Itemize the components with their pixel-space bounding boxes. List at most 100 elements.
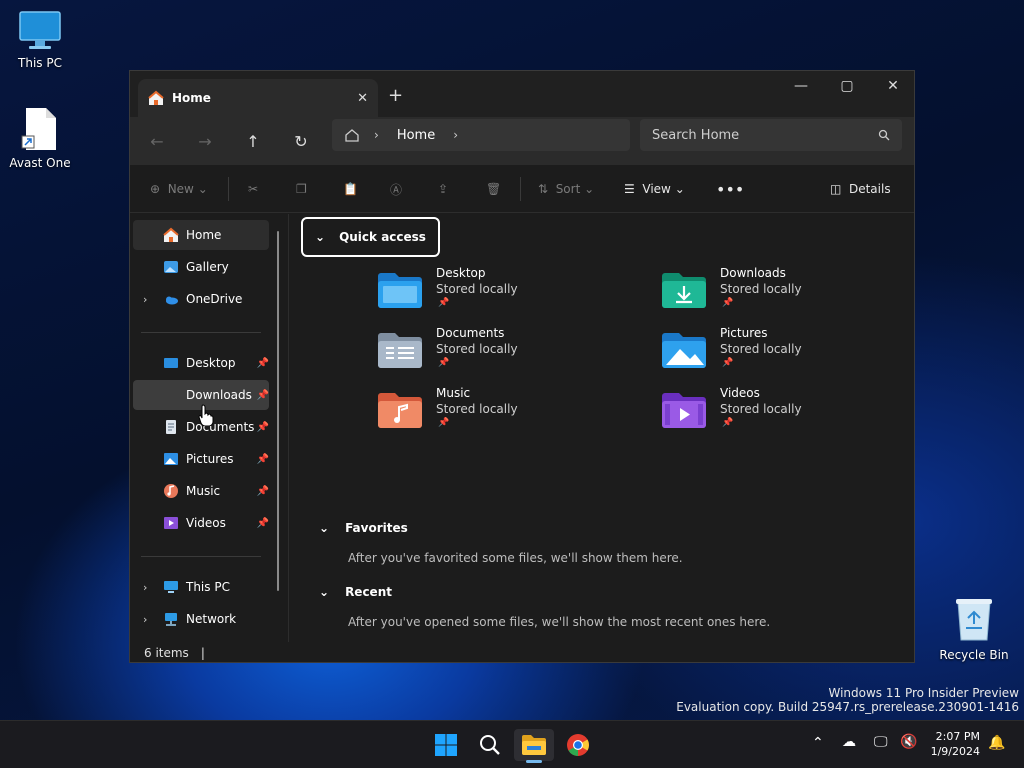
pin-icon[interactable]: 📌 <box>257 390 269 401</box>
details-button[interactable]: ◫ Details <box>830 179 891 199</box>
windows-logo-icon <box>435 734 457 756</box>
divider <box>228 177 229 201</box>
pin-icon[interactable]: 📌 <box>257 422 269 433</box>
chevron-right-icon[interactable]: › <box>453 128 458 142</box>
new-button[interactable]: ⊕ New ⌄ <box>150 179 208 199</box>
desktop-icon-avast-one[interactable]: Avast One <box>0 106 80 170</box>
quick-item-desktop[interactable]: Desktop Stored locally 📌 <box>378 266 608 322</box>
address-bar[interactable]: › Home › <box>332 119 630 151</box>
sidebar-item-music[interactable]: Music 📌 <box>133 476 269 506</box>
section-title: Quick access <box>339 230 426 244</box>
sidebar-item-label: Gallery <box>186 260 229 274</box>
new-tab-button[interactable]: + <box>388 85 403 106</box>
chrome-taskbar-button[interactable] <box>558 729 598 761</box>
rename-icon[interactable]: Ⓐ <box>390 179 402 199</box>
system-clock[interactable]: 2:07 PM 1/9/2024 <box>931 729 980 759</box>
breadcrumb[interactable]: Home <box>397 128 435 143</box>
quick-item-music[interactable]: Music Stored locally 📌 <box>378 386 608 442</box>
sidebar-item-videos[interactable]: Videos 📌 <box>133 508 269 538</box>
start-button[interactable] <box>426 729 466 761</box>
quick-item-documents[interactable]: Documents Stored locally 📌 <box>378 326 608 382</box>
search-placeholder: Search Home <box>652 127 740 143</box>
file-explorer-window: Home ✕ + — ▢ ✕ ← → ↑ ↻ › Home › Search H… <box>129 70 915 663</box>
documents-folder-icon <box>378 333 422 368</box>
sidebar-item-pictures[interactable]: Pictures 📌 <box>133 444 269 474</box>
new-label: New <box>167 182 194 196</box>
item-location: Stored locally <box>436 282 518 296</box>
sidebar-item-gallery[interactable]: Gallery <box>133 252 269 282</box>
watermark-line: Windows 11 Pro Insider Preview <box>828 686 1019 700</box>
pin-icon[interactable]: 📌 <box>257 486 269 497</box>
onedrive-offline-icon[interactable]: ☁ <box>842 734 856 750</box>
more-options-icon[interactable]: ••• <box>716 179 744 199</box>
minimize-button[interactable]: — <box>778 71 824 101</box>
share-icon[interactable]: ⇪ <box>438 179 448 199</box>
navigation-scrollbar[interactable] <box>277 231 279 591</box>
item-location: Stored locally <box>720 402 802 416</box>
pin-icon[interactable]: 📌 <box>257 358 269 369</box>
back-button[interactable]: ← <box>142 127 172 155</box>
sidebar-item-label: Downloads <box>186 388 252 402</box>
chevron-right-icon[interactable]: › <box>143 613 147 626</box>
status-bar: 6 items | <box>130 642 914 662</box>
chevron-right-icon[interactable]: › <box>143 581 147 594</box>
sort-button[interactable]: ⇅ Sort ⌄ <box>538 179 594 199</box>
maximize-button[interactable]: ▢ <box>824 71 870 101</box>
search-button[interactable] <box>470 729 510 761</box>
recent-header[interactable]: ⌄ Recent <box>319 585 392 599</box>
desktop-icon-label: Avast One <box>9 156 71 170</box>
quick-access-header[interactable]: ⌄ Quick access <box>301 217 440 257</box>
item-location: Stored locally <box>720 342 802 356</box>
chevron-right-icon[interactable]: › <box>374 128 379 142</box>
chevron-right-icon[interactable]: › <box>143 293 147 306</box>
clock-time: 2:07 PM <box>935 730 980 743</box>
show-hidden-icons-button[interactable]: ⌃ <box>812 735 824 751</box>
forward-button[interactable]: → <box>190 127 220 155</box>
sidebar-item-label: Desktop <box>186 356 236 370</box>
taskbar: ⌃ ☁ 🖵 🔇 2:07 PM 1/9/2024 🔔 <box>0 720 1024 768</box>
sidebar-item-label: Documents <box>186 420 255 434</box>
sidebar-item-network[interactable]: › Network <box>133 604 269 634</box>
desktop-icon-this-pc[interactable]: This PC <box>0 10 80 70</box>
delete-icon[interactable]: 🗑 <box>486 179 501 199</box>
quick-item-videos[interactable]: Videos Stored locally 📌 <box>662 386 892 442</box>
sidebar-item-desktop[interactable]: Desktop 📌 <box>133 348 269 378</box>
sidebar-item-onedrive[interactable]: › OneDrive <box>133 284 269 314</box>
file-shortcut-icon <box>21 108 56 150</box>
sort-label: Sort <box>555 182 581 196</box>
watermark-line: Evaluation copy. Build 25947.rs_prerelea… <box>676 700 1019 714</box>
up-button[interactable]: ↑ <box>238 127 268 155</box>
details-label: Details <box>848 182 891 196</box>
view-button[interactable]: ☰ View ⌄ <box>624 179 685 199</box>
sidebar-item-this-pc[interactable]: › This PC <box>133 572 269 602</box>
pin-icon[interactable]: 📌 <box>257 518 269 529</box>
music-folder-icon <box>378 393 422 428</box>
file-explorer-taskbar-button[interactable] <box>514 729 554 763</box>
refresh-button[interactable]: ↻ <box>286 127 316 155</box>
notification-bell-icon[interactable]: 🔔 <box>988 735 1005 751</box>
recent-empty-message: After you've opened some files, we'll sh… <box>348 615 771 629</box>
item-location: Stored locally <box>436 402 518 416</box>
pin-icon: 📌 <box>438 418 450 428</box>
item-name: Downloads <box>720 266 786 280</box>
tab-home[interactable]: Home ✕ <box>138 79 378 117</box>
sidebar-item-label: This PC <box>186 580 230 594</box>
sidebar-item-home[interactable]: Home <box>133 220 269 250</box>
close-tab-icon[interactable]: ✕ <box>357 91 368 106</box>
tab-label: Home <box>172 91 211 105</box>
pin-icon[interactable]: 📌 <box>257 454 269 465</box>
volume-muted-icon[interactable]: 🔇 <box>900 734 917 750</box>
copy-icon[interactable]: ❐ <box>296 179 307 199</box>
network-icon[interactable]: 🖵 <box>874 734 888 750</box>
search-input[interactable]: Search Home <box>640 119 902 151</box>
cut-icon[interactable]: ✂ <box>248 179 258 199</box>
close-window-button[interactable]: ✕ <box>870 71 914 101</box>
quick-item-downloads[interactable]: Downloads Stored locally 📌 <box>662 266 892 322</box>
paste-icon[interactable]: 📋 <box>343 179 358 199</box>
computer-icon <box>164 581 178 593</box>
active-indicator <box>526 760 542 763</box>
favorites-header[interactable]: ⌄ Favorites <box>319 521 408 535</box>
quick-item-pictures[interactable]: Pictures Stored locally 📌 <box>662 326 892 382</box>
desktop-icon-recycle-bin[interactable]: Recycle Bin <box>934 596 1014 662</box>
divider <box>520 177 521 201</box>
